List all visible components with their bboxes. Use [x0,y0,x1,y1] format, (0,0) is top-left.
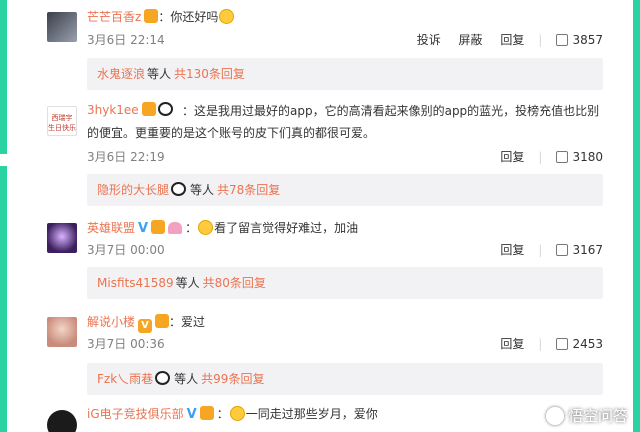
thumbs-up-icon[interactable] [556,151,569,163]
comment-text: ：爱过 [169,315,206,329]
smile-emoji-icon [198,220,214,235]
block-button[interactable]: 屏蔽 [459,33,483,47]
avatar-caption: 西瑞宇 生日快乐 [48,114,76,132]
verified-icon: V [138,221,149,236]
heart-icon [168,222,183,234]
reply-button[interactable]: 回复 [500,337,524,351]
comment-text: 一同走过那些岁月，爱你 [245,407,378,421]
avatar[interactable] [47,317,77,347]
like-count: 3180 [572,150,603,164]
comment-header: iG电子竞技俱乐部 V：一同走过那些岁月，爱你 [87,406,378,422]
vip-badge-icon [151,220,166,234]
avatar[interactable] [47,410,77,432]
reply-user-link[interactable]: 水鬼逐浪 [97,67,145,81]
reply-user-link[interactable]: Fzk乀雨巷 [97,372,153,386]
comment-feed: 芒芒百香z ：你还好吗 3月6日 22:14 投诉 屏蔽 回复 | 3857 水鬼逐浪… [7,0,633,432]
thumbs-up-icon[interactable] [556,338,569,350]
like-count: 3167 [572,243,603,257]
right-accent-border [633,0,640,432]
avatar[interactable]: 西瑞宇 生日快乐 [47,106,77,136]
verified-badge-icon: V [138,319,153,333]
comment-header: 英雄联盟 V：看了留言觉得好难过，加油 [87,220,359,236]
wukong-logo-icon [545,407,564,425]
reply-button[interactable]: 回复 [500,243,524,257]
username-link[interactable]: 英雄联盟 [87,221,135,235]
comment-text: ：你还好吗 [158,10,219,24]
watermark: 悟空问答 [545,405,628,426]
like-count: 3857 [572,33,603,47]
comment-actions: 回复 | 3180 [500,150,603,164]
reply-count-link[interactable]: 共130条回复 [174,67,245,81]
vip-badge-icon [144,9,159,23]
comment-actions: 回复 | 2453 [500,337,603,351]
reply-button[interactable]: 回复 [500,150,524,164]
panda-icon [171,182,187,196]
verified-icon: V [186,407,197,422]
comment-time: 3月7日 00:00 [87,243,165,257]
like-count: 2453 [572,337,603,351]
comment-header: 芒芒百香z ：你还好吗 [87,8,235,26]
comment-time: 3月6日 22:14 [87,33,165,47]
left-accent-border [0,0,7,432]
reply-summary[interactable]: Misfits41589 等人 共80条回复 [87,267,603,299]
comment-actions: 投诉 屏蔽 回复 | 3857 [416,33,603,47]
reply-count-link[interactable]: 共80条回复 [203,276,266,290]
reply-summary[interactable]: 水鬼逐浪 等人 共130条回复 [87,58,603,90]
username-link[interactable]: 芒芒百香z [87,10,141,24]
comment-time: 3月7日 00:36 [87,337,165,351]
reply-count-link[interactable]: 共99条回复 [201,372,264,386]
reply-summary[interactable]: Fzk乀雨巷 等人 共99条回复 [87,363,603,395]
username-link[interactable]: 解说小楼 [87,315,135,329]
username-link[interactable]: iG电子竞技俱乐部 [87,407,184,421]
reply-count-link[interactable]: 共78条回复 [217,183,280,197]
thumbs-up-icon[interactable] [556,34,569,46]
reply-button[interactable]: 回复 [500,33,524,47]
comment-text: 看了留言觉得好难过，加油 [214,221,359,235]
smile-emoji-icon [219,9,235,24]
thumbs-up-icon[interactable] [556,244,569,256]
reply-user-link[interactable]: 隐形的大长腿 [97,183,169,197]
comment-text: ：这是我用过最好的app，它的高清看起来像别的app的蓝光，投榜充值也比别的便宜… [87,104,600,140]
vip-badge-icon [199,406,214,420]
comment-actions: 回复 | 3167 [500,243,603,257]
comment-time: 3月6日 22:19 [87,150,165,164]
panda-icon [155,371,171,385]
report-button[interactable]: 投诉 [417,33,441,47]
avatar[interactable] [47,223,77,253]
hug-emoji-icon [229,406,245,421]
avatar[interactable] [47,12,77,42]
comment-header: 解说小楼 V ：爱过 [87,313,205,333]
vip-badge-icon [155,314,170,328]
reply-user-link[interactable]: Misfits41589 [97,276,174,290]
reply-summary[interactable]: 隐形的大长腿 等人 共78条回复 [87,174,603,206]
